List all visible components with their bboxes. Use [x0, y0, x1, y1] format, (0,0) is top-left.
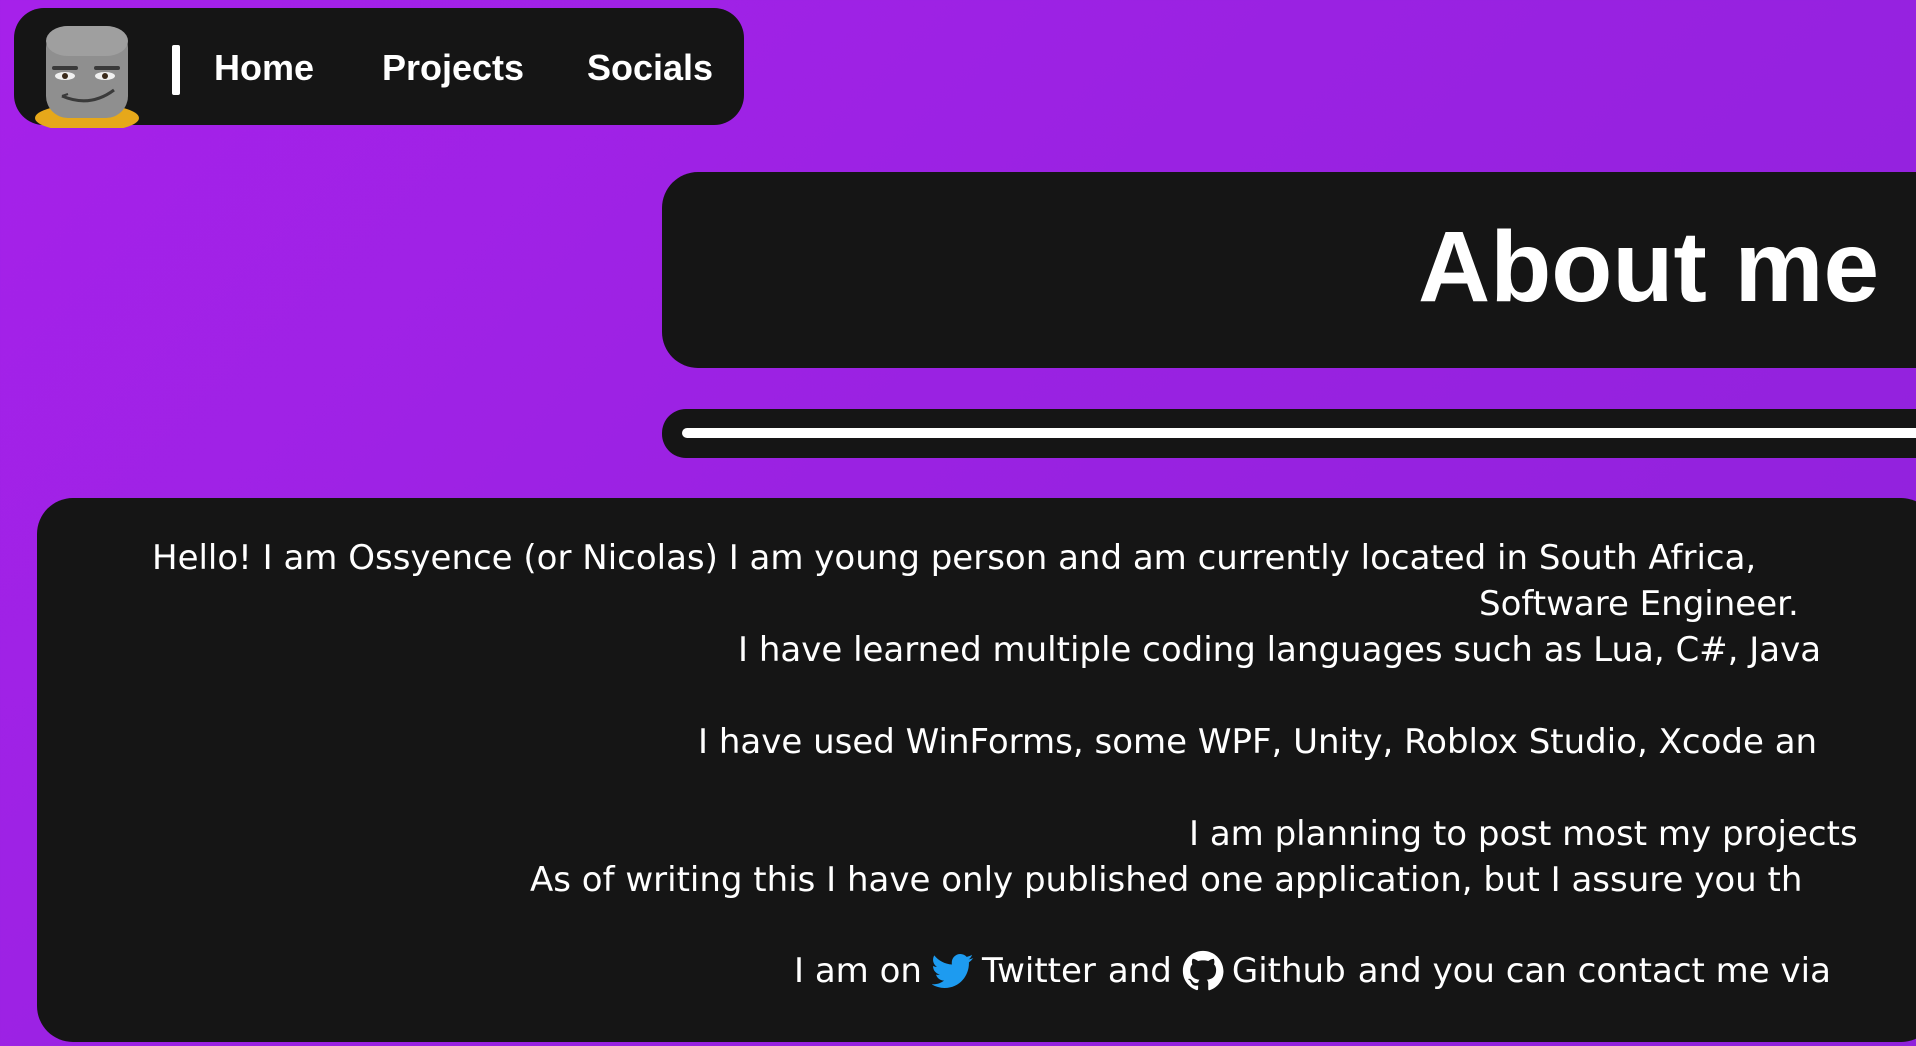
nav-link-home[interactable]: Home — [214, 50, 314, 86]
about-line-languages: I have learned multiple coding languages… — [738, 630, 1822, 670]
twitter-icon — [931, 954, 974, 988]
socials-suffix: and you can contact me via — [1357, 951, 1831, 991]
divider-line — [682, 428, 1916, 438]
about-line-published: As of writing this I have only published… — [530, 860, 1803, 900]
about-line-socials: I am on Twitter and Github and you can c… — [794, 950, 1831, 992]
about-line-projects: I am planning to post most my projects — [1189, 814, 1858, 854]
avatar[interactable] — [32, 18, 142, 128]
title-panel: About me — [662, 172, 1916, 368]
about-content: Hello! I am Ossyence (or Nicolas) I am y… — [37, 498, 1916, 1042]
page-title: About me — [1418, 211, 1880, 323]
socials-prefix: I am on — [794, 951, 922, 991]
github-icon — [1182, 950, 1224, 991]
about-line-intro: Hello! I am Ossyence (or Nicolas) I am y… — [152, 538, 1757, 578]
about-line-tools: I have used WinForms, some WPF, Unity, R… — [698, 722, 1818, 762]
about-line-role: Software Engineer. — [1479, 584, 1799, 624]
nav-link-projects[interactable]: Projects — [382, 50, 524, 86]
nav-link-socials[interactable]: Socials — [587, 50, 713, 86]
nav-divider — [172, 45, 180, 95]
twitter-link[interactable]: Twitter — [982, 951, 1096, 991]
divider-panel — [662, 409, 1916, 458]
navbar: Home Projects Socials — [14, 8, 744, 128]
socials-and: and — [1107, 951, 1172, 991]
github-link[interactable]: Github — [1232, 951, 1346, 991]
